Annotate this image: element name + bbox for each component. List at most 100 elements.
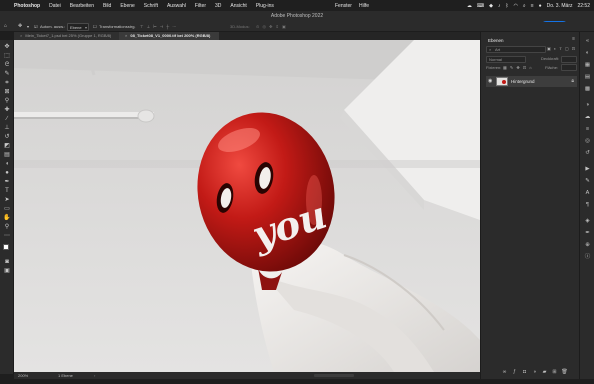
chevron-right-icon[interactable]: ›: [94, 373, 95, 378]
more-tools-icon[interactable]: ⋯: [3, 232, 11, 240]
paths-panel-icon[interactable]: ✒: [584, 230, 591, 237]
wifi-icon[interactable]: ◠: [514, 3, 518, 9]
layer-filter-icons[interactable]: ▣ ◐ T ▢ ⊡: [547, 46, 576, 51]
document-info[interactable]: 1 Ebene: [58, 373, 73, 378]
horizontal-scrollbar[interactable]: [314, 374, 354, 377]
menu-bearbeiten[interactable]: Bearbeiten: [70, 3, 94, 9]
dropbox-icon[interactable]: ◆: [489, 3, 493, 9]
menu-3d[interactable]: 3D: [215, 3, 221, 9]
tool-preset-chevron-icon[interactable]: ▾: [27, 24, 29, 29]
delete-layer-icon[interactable]: 🗑︎: [561, 369, 568, 376]
learn-panel-icon[interactable]: ◎: [584, 138, 591, 145]
transform-checkbox[interactable]: ☐: [93, 24, 97, 29]
search-icon[interactable]: ⌕: [523, 3, 526, 9]
libraries-panel-icon[interactable]: ☁: [584, 114, 591, 121]
adjustment-layer-icon[interactable]: ◑: [531, 369, 538, 376]
blend-mode-dropdown[interactable]: Normal: [486, 56, 526, 63]
info-panel-icon[interactable]: ⓘ: [584, 254, 591, 261]
patterns-panel-icon[interactable]: ▩: [584, 86, 591, 93]
history-panel-icon[interactable]: ↺: [584, 150, 591, 157]
healing-tool-icon[interactable]: ✚: [3, 106, 11, 114]
add-mask-icon[interactable]: ◘: [521, 369, 528, 376]
expand-panels-icon[interactable]: «: [584, 38, 591, 45]
quick-mask-icon[interactable]: ◙: [3, 258, 11, 266]
lasso-tool-icon[interactable]: ᘓ: [3, 61, 11, 69]
history-brush-tool-icon[interactable]: ↺: [3, 133, 11, 141]
keyboard-icon[interactable]: ⌨: [477, 3, 484, 9]
brush-tool-icon[interactable]: ∕: [3, 115, 11, 123]
menu-datei[interactable]: Datei: [49, 3, 61, 9]
eraser-tool-icon[interactable]: ◩: [3, 142, 11, 150]
home-icon[interactable]: ⌂: [4, 23, 7, 29]
menu-bild[interactable]: Bild: [103, 3, 111, 9]
zoom-level[interactable]: 200%: [18, 373, 28, 378]
tab-layers[interactable]: Ebenen: [488, 38, 504, 43]
quick-select-tool-icon[interactable]: ✎: [3, 70, 11, 78]
bluetooth-icon[interactable]: ᛒ: [505, 3, 508, 9]
layer-row-background[interactable]: ◉ Hintergrund 🔒︎: [486, 76, 577, 87]
color-panel-icon[interactable]: ◐: [584, 50, 591, 57]
auto-select-checkbox[interactable]: ☑: [34, 24, 38, 29]
menu-schrift[interactable]: Schrift: [144, 3, 158, 9]
auto-select-dropdown[interactable]: Ebene ▾: [67, 23, 89, 31]
screen-mode-icon[interactable]: ▣: [3, 267, 11, 275]
visibility-eye-icon[interactable]: ◉: [488, 78, 492, 84]
layer-filter-field[interactable]: ⌕ Art: [486, 46, 546, 53]
document-canvas[interactable]: you: [14, 40, 480, 372]
foreground-color-swatch[interactable]: [3, 244, 9, 250]
volume-icon[interactable]: ♪: [498, 3, 501, 9]
siri-icon[interactable]: ●: [539, 3, 542, 9]
layer-name[interactable]: Hintergrund: [511, 79, 535, 84]
menu-fenster[interactable]: Fenster: [335, 3, 352, 9]
menu-plugins[interactable]: Plug-ins: [256, 3, 274, 9]
eyedropper-tool-icon[interactable]: ⚲: [3, 97, 11, 105]
move-tool-icon[interactable]: ✥: [18, 23, 22, 29]
menu-ebene[interactable]: Ebene: [120, 3, 134, 9]
frame-tool-icon[interactable]: ⊠: [3, 88, 11, 96]
panel-menu-icon[interactable]: ≡: [572, 36, 575, 42]
hand-tool-icon[interactable]: ✋: [3, 214, 11, 222]
control-center-icon[interactable]: ≡: [531, 3, 534, 9]
zoom-tool-icon[interactable]: ⚲: [3, 223, 11, 231]
character-panel-icon[interactable]: A: [584, 190, 591, 197]
menu-ansicht[interactable]: Ansicht: [230, 3, 246, 9]
actions-panel-icon[interactable]: ▶: [584, 166, 591, 173]
adjustments-panel-icon[interactable]: ◑: [584, 102, 591, 109]
blur-tool-icon[interactable]: ◖: [3, 160, 11, 168]
menubar-date[interactable]: Do. 3. März: [547, 3, 573, 9]
gradients-panel-icon[interactable]: ▤: [584, 74, 591, 81]
gradient-tool-icon[interactable]: ▤: [3, 151, 11, 159]
close-icon[interactable]: ×: [125, 33, 127, 38]
fx-icon[interactable]: ƒ: [511, 369, 518, 376]
stamp-tool-icon[interactable]: ⊥: [3, 124, 11, 132]
path-select-tool-icon[interactable]: ➤: [3, 196, 11, 204]
shape-tool-icon[interactable]: ▭: [3, 205, 11, 213]
creative-cloud-icon[interactable]: ☁: [467, 3, 472, 9]
swatches-panel-icon[interactable]: ▦: [584, 62, 591, 69]
tab-document-2[interactable]: × 08_Ticket08_V1_0000.tif bei 200% (RGB/8…: [119, 32, 219, 40]
new-group-icon[interactable]: ▰: [541, 369, 548, 376]
close-icon[interactable]: ×: [20, 33, 22, 38]
menu-filter[interactable]: Filter: [195, 3, 206, 9]
opacity-field[interactable]: [561, 56, 577, 63]
crop-tool-icon[interactable]: ⌗: [3, 79, 11, 87]
channels-panel-icon[interactable]: ◈: [584, 218, 591, 225]
3d-mode-icons[interactable]: ⊙ ◎ ✥ ⇕ ▣: [256, 24, 287, 29]
navigator-panel-icon[interactable]: ⊕: [584, 242, 591, 249]
fill-field[interactable]: [561, 64, 577, 71]
type-tool-icon[interactable]: T: [3, 187, 11, 195]
brush-settings-panel-icon[interactable]: ✎: [584, 178, 591, 185]
menubar-time[interactable]: 22:52: [577, 3, 590, 9]
move-tool-icon[interactable]: ✥: [3, 43, 11, 51]
menu-photoshop[interactable]: Photoshop: [14, 3, 40, 9]
paragraph-panel-icon[interactable]: ¶: [584, 202, 591, 209]
marquee-tool-icon[interactable]: ⬚: [3, 52, 11, 60]
align-icons[interactable]: ⊤ ⊥ ⊢ ⊣ ┼ ⋯: [140, 24, 177, 29]
dodge-tool-icon[interactable]: ●: [3, 169, 11, 177]
lock-icons[interactable]: ▦ ✎ ✥ ⊡ ⌂: [503, 65, 533, 70]
menu-auswahl[interactable]: Auswahl: [167, 3, 186, 9]
link-layers-icon[interactable]: ∞: [501, 369, 508, 376]
new-layer-icon[interactable]: ⊞: [551, 369, 558, 376]
menu-hilfe[interactable]: Hilfe: [359, 3, 369, 9]
tab-document-1[interactable]: × Mein_Ticket7_1.psd bei 25% (Gruppe 1, R…: [14, 32, 119, 40]
